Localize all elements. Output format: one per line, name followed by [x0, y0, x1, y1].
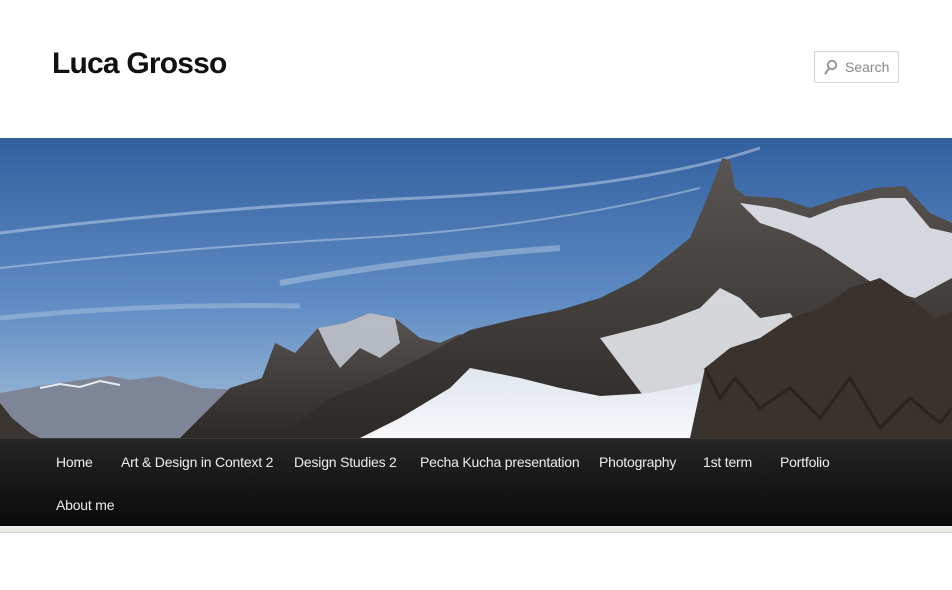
- nav-item-art-design-context[interactable]: Art & Design in Context 2: [121, 454, 273, 470]
- nav-item-photography[interactable]: Photography: [599, 454, 676, 470]
- nav-item-home[interactable]: Home: [56, 454, 93, 470]
- site-title[interactable]: Luca Grosso: [52, 47, 227, 81]
- header-banner-image: [0, 138, 952, 438]
- search-icon: [824, 59, 838, 75]
- main-navigation: Home Art & Design in Context 2 Design St…: [0, 438, 952, 526]
- search-field[interactable]: Search: [814, 51, 899, 83]
- nav-item-design-studies[interactable]: Design Studies 2: [294, 454, 397, 470]
- nav-item-about-me[interactable]: About me: [56, 497, 115, 513]
- nav-item-pecha-kucha[interactable]: Pecha Kucha presentation: [420, 454, 580, 470]
- search-placeholder: Search: [845, 59, 890, 75]
- nav-item-portfolio[interactable]: Portfolio: [780, 454, 830, 470]
- nav-bottom-divider: [0, 526, 952, 533]
- nav-item-1st-term[interactable]: 1st term: [703, 454, 752, 470]
